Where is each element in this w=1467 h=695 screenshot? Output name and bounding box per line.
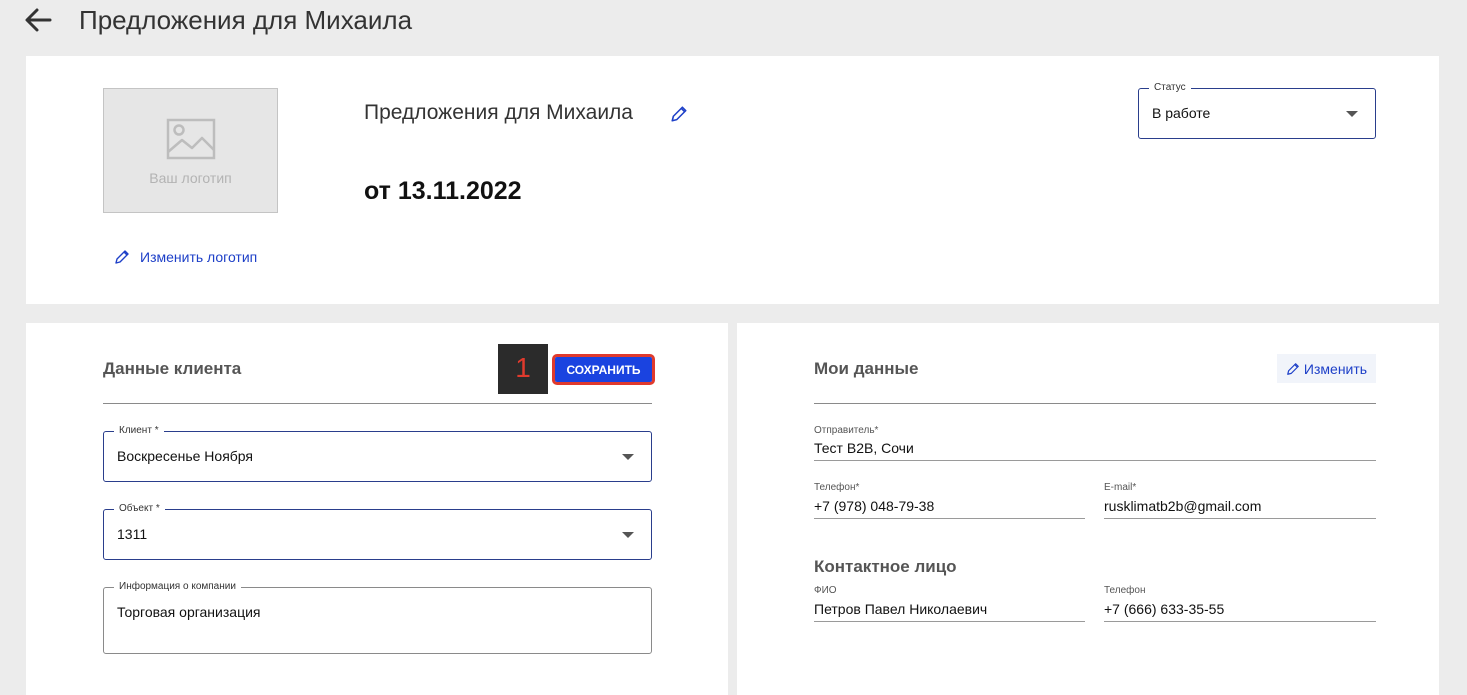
contact-name-label: ФИО: [814, 585, 837, 596]
image-placeholder-icon: [166, 118, 216, 160]
status-value: В работе: [1152, 105, 1211, 121]
company-info-label: Информация о компании: [114, 580, 241, 594]
my-data-card: Мои данные Изменить Отправитель* Тест B2…: [737, 323, 1439, 695]
contact-phone-value: +7 (666) 633-35-55: [1104, 601, 1225, 617]
edit-my-data-label: Изменить: [1303, 360, 1368, 377]
caret-down-icon: [622, 532, 634, 538]
back-arrow-icon[interactable]: [22, 5, 54, 35]
email-label: E-mail*: [1104, 482, 1137, 493]
pencil-icon: [1287, 362, 1299, 375]
edit-title-pencil-icon[interactable]: [670, 105, 688, 128]
company-info-textarea[interactable]: Информация о компании Торговая организац…: [103, 580, 652, 654]
sender-value: Тест B2B, Сочи: [814, 440, 914, 456]
contact-name-underline: [814, 621, 1085, 622]
sender-label: Отправитель*: [814, 425, 879, 436]
caret-down-icon: [1346, 111, 1358, 117]
my-data-divider: [814, 403, 1376, 404]
phone-value: +7 (978) 048-79-38: [814, 498, 935, 514]
email-value: rusklimatb2b@gmail.com: [1104, 498, 1262, 514]
edit-my-data-button[interactable]: Изменить: [1277, 354, 1376, 383]
object-label: Объект *: [114, 502, 165, 516]
save-button[interactable]: СОХРАНИТЬ: [555, 357, 652, 382]
status-label: Статус: [1149, 81, 1191, 95]
client-label: Клиент *: [114, 424, 164, 438]
client-data-card: Данные клиента 1 СОХРАНИТЬ Клиент * Воск…: [26, 323, 728, 695]
logo-placeholder[interactable]: Ваш логотип: [103, 88, 278, 213]
page-title: Предложения для Михаила: [79, 5, 413, 35]
contact-name-value: Петров Павел Николаевич: [814, 601, 988, 617]
object-select[interactable]: Объект * 1311: [103, 502, 652, 560]
page-header: Предложения для Михаила: [0, 0, 1467, 42]
offer-header-card: Ваш логотип Изменить логотип Предложения…: [26, 56, 1439, 304]
phone-label: Телефон*: [814, 482, 860, 493]
change-logo-label: Изменить логотип: [140, 249, 258, 265]
logo-placeholder-text: Ваш логотип: [149, 170, 232, 186]
change-logo-link[interactable]: Изменить логотип: [114, 246, 257, 268]
contact-phone-label: Телефон: [1104, 585, 1146, 596]
contact-phone-underline: [1104, 621, 1376, 622]
company-info-value: Торговая организация: [117, 604, 261, 620]
client-value: Воскресенье Ноября: [117, 448, 254, 464]
sender-underline: [814, 460, 1376, 461]
email-underline: [1104, 518, 1376, 519]
caret-down-icon: [622, 454, 634, 460]
offer-title: Предложения для Михаила: [364, 101, 633, 124]
object-value: 1311: [117, 526, 148, 542]
status-select[interactable]: Статус В работе: [1138, 81, 1376, 139]
step-badge: 1: [498, 344, 548, 394]
client-select[interactable]: Клиент * Воскресенье Ноября: [103, 424, 652, 482]
client-divider: [103, 403, 652, 404]
offer-date: от 13.11.2022: [364, 177, 522, 205]
contact-title: Контактное лицо: [814, 557, 957, 576]
pencil-icon: [115, 250, 129, 264]
phone-underline: [814, 518, 1085, 519]
client-section-title: Данные клиента: [103, 359, 242, 378]
my-data-title: Мои данные: [814, 359, 919, 378]
